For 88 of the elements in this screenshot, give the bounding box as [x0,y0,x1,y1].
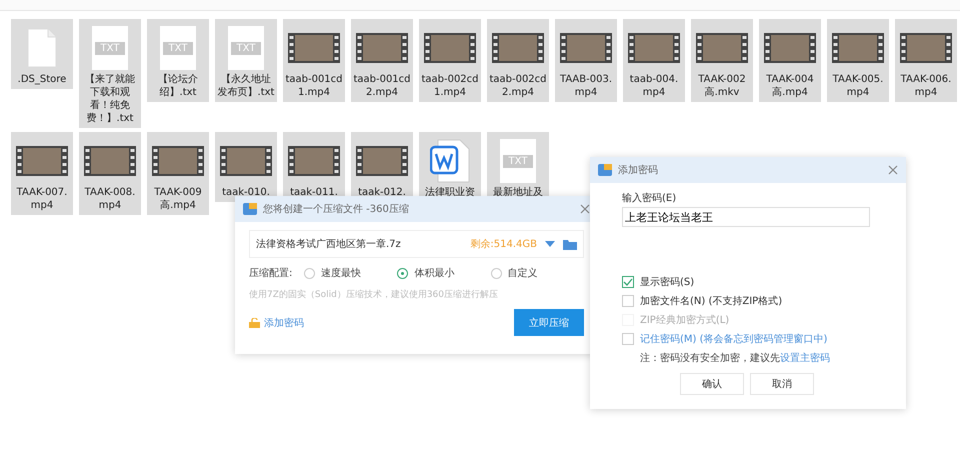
caret-icon[interactable] [545,241,555,247]
file-item[interactable]: taab-004.mp4 [623,19,685,102]
video-thumbnail-placeholder [424,33,476,63]
dialog-button[interactable]: 取消 [750,373,814,395]
checkbox-label: ZIP经典加密方式(L) [640,314,730,327]
file-name: taak-010. [221,186,271,199]
checkbox-label: 显示密码(S) [640,276,694,289]
checkbox[interactable] [622,333,634,345]
file-name: TAAK-006.mp4 [900,73,952,99]
file-item[interactable]: TAAK-007.mp4 [11,132,73,215]
file-name: 法律职业资 [424,186,476,199]
filename-field[interactable]: 法律资格考试广西地区第一章.7z 剩余:514.4GB [249,230,584,258]
folder-icon[interactable] [563,238,577,250]
video-thumbnail-placeholder [832,33,884,63]
video-thumbnail-placeholder [16,146,68,176]
radio-circle[interactable] [490,268,502,278]
file-item[interactable]: .DS_Store [11,19,73,89]
archive-app-icon [243,203,257,215]
video-thumbnail-placeholder [288,33,340,63]
file-name: 【来了就能下载和观看！纯免费！】.txt [84,73,136,125]
checkbox-label: 记住密码(M) (将会备忘到密码管理窗口中) [640,332,828,346]
file-name: taab-004.mp4 [628,73,680,99]
file-name: TAAK-008.mp4 [84,186,136,212]
file-item[interactable]: taab-002cd1.mp4 [419,19,481,102]
file-item[interactable]: TAAK-008.mp4 [79,132,141,215]
file-name: 最新地址及 [492,186,544,199]
hint-text: 使用7Z的固实（Solid）压缩技术，建议使用360压缩进行解压 [249,288,500,301]
close-icon[interactable] [580,204,590,214]
video-thumbnail-placeholder [492,33,544,63]
file-name: TAAB-003.mp4 [558,73,614,99]
file-name: .DS_Store [16,73,68,86]
checkbox[interactable] [622,276,634,288]
dialog-title: 添加密码 [618,164,659,177]
blank-file-icon [27,28,57,68]
radio-circle[interactable] [397,268,408,278]
file-name: TAAK-004高.mp4 [765,73,815,99]
video-thumbnail-placeholder [288,146,340,176]
config-label: 压缩配置: [249,266,294,280]
filename-value: 法律资格考试广西地区第一章.7z [256,238,402,251]
file-item[interactable]: taak-010. [215,132,277,202]
file-name: taab-001cd2.mp4 [352,73,412,99]
file-item[interactable]: taab-001cd1.mp4 [283,19,345,102]
dialog-title: 您将创建一个压缩文件 -360压缩 [263,202,410,216]
video-thumbnail-placeholder [764,33,816,63]
file-item[interactable]: taab-001cd2.mp4 [351,19,413,102]
file-item[interactable]: taab-002cd2.mp4 [487,19,549,102]
video-thumbnail-placeholder [220,146,272,176]
close-icon[interactable] [888,165,898,175]
add-password-link[interactable]: 添加密码 [249,316,304,330]
video-thumbnail-placeholder [696,33,748,63]
checkbox-label: 加密文件名(N) (不支持ZIP格式) [640,294,782,308]
checkbox[interactable] [622,295,634,307]
lock-icon [249,318,260,328]
radio-option[interactable]: 自定义 [490,266,584,280]
file-item[interactable]: TAAK-002高.mkv [691,19,753,102]
note-text: 注：密码没有安全加密，建议先 [640,353,780,364]
file-name: 【论坛介绍】.txt [157,73,199,99]
video-thumbnail-placeholder [152,146,204,176]
file-name: taak-011. [289,186,339,199]
file-item[interactable]: TAAK-006.mp4 [895,19,957,102]
file-name: TAAK-009高.mp4 [153,186,203,212]
video-thumbnail-placeholder [356,146,408,176]
file-name: taab-001cd1.mp4 [284,73,344,99]
dialog-button[interactable]: 确认 [680,373,744,395]
file-item[interactable]: TAAK-004高.mp4 [759,19,821,102]
password-label: 输入密码(E) [622,192,678,205]
radio-option[interactable]: 速度最快 [304,266,398,280]
video-thumbnail-placeholder [628,33,680,63]
file-name: TAAK-007.mp4 [16,186,68,212]
file-item[interactable]: TAAK-005.mp4 [827,19,889,102]
file-name: taab-002cd2.mp4 [488,73,548,99]
file-name: TAAK-002高.mkv [697,73,747,99]
free-space: 剩余:514.4GB [470,238,537,251]
file-name: TAAK-005.mp4 [832,73,884,99]
file-item[interactable]: TAAK-009高.mp4 [147,132,209,215]
radio-circle[interactable] [304,268,316,278]
video-thumbnail-placeholder [900,33,952,63]
video-thumbnail-placeholder [84,146,136,176]
video-thumbnail-placeholder [356,33,408,63]
file-item[interactable]: TAAB-003.mp4 [555,19,617,102]
file-name: taak-012. [357,186,407,199]
archive-app-icon [598,164,612,176]
file-name: taab-002cd1.mp4 [420,73,480,99]
video-thumbnail-placeholder [560,33,612,63]
password-field[interactable]: 上老王论坛当老王 [622,207,870,227]
file-name: 【永久地址发布页】.txt [216,73,276,99]
radio-option[interactable]: 体积最小 [397,266,491,280]
document-w-icon [430,139,470,183]
